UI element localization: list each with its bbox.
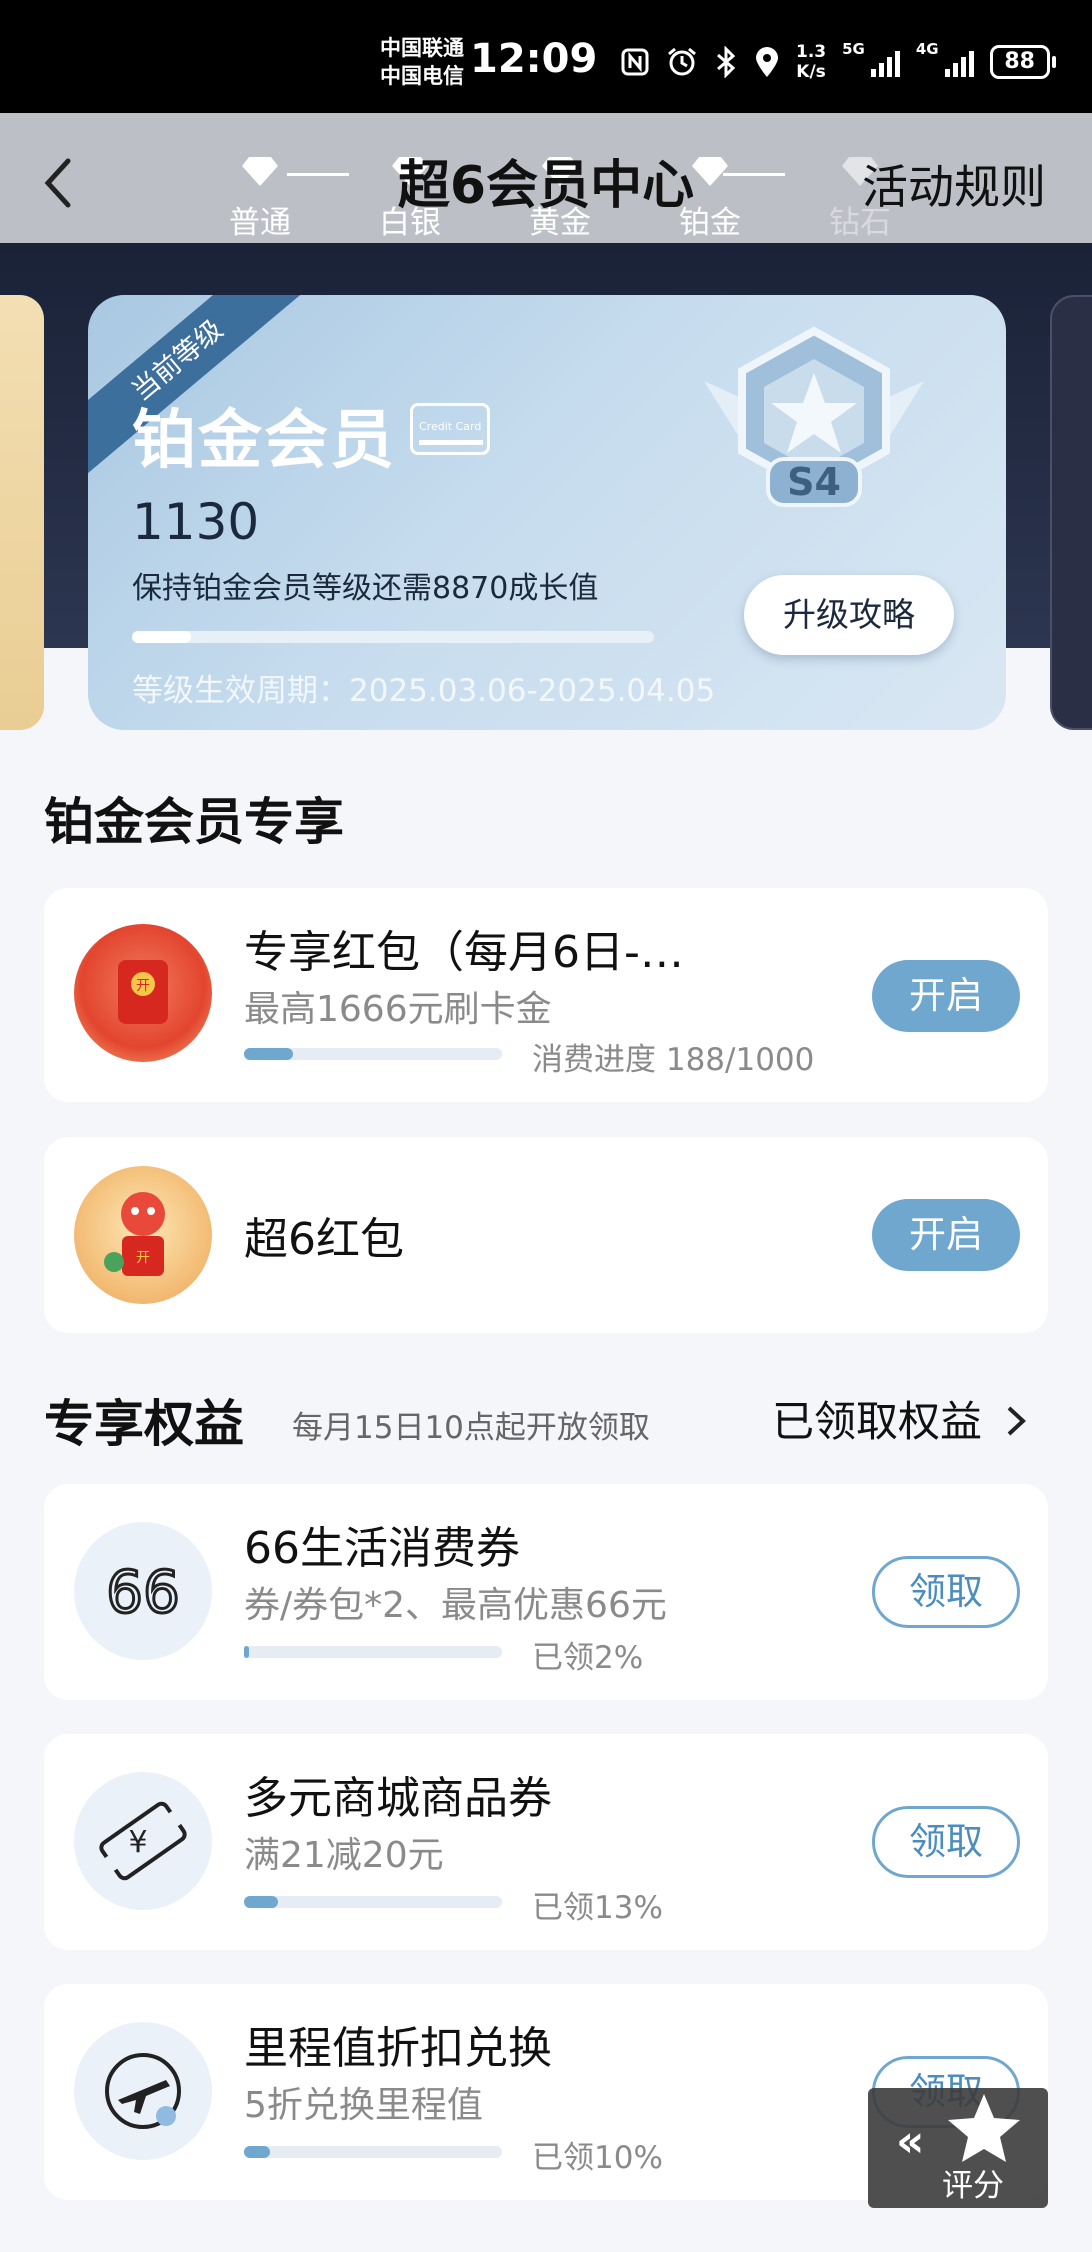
- airplane-icon: [74, 2022, 212, 2160]
- prev-level-card[interactable]: [0, 295, 44, 730]
- consumption-progress-bar: [244, 1048, 502, 1060]
- item-title: 66生活消费券: [244, 1523, 520, 1574]
- bluetooth-icon: [717, 46, 736, 78]
- claim-button[interactable]: 领取: [872, 1806, 1020, 1878]
- growth-progress-fill: [132, 631, 191, 643]
- super6-red-packet-item: 开 超6红包 开启: [44, 1137, 1048, 1333]
- net-type-5g: 5G: [842, 40, 865, 58]
- upgrade-guide-button[interactable]: 升级攻略: [744, 575, 954, 655]
- claim-button[interactable]: 领取: [872, 1556, 1020, 1628]
- star-icon: [948, 2094, 1020, 2162]
- tier-name: 铂金会员: [132, 404, 396, 478]
- next-level-card[interactable]: [1050, 295, 1092, 730]
- level-period: 等级生效周期：2025.03.06-2025.04.05: [132, 673, 716, 709]
- item-subtitle: 券/券包*2、最高优惠66元: [244, 1585, 667, 1626]
- claim-progress-label: 已领2%: [532, 1640, 644, 1676]
- claim-progress-label: 已领13%: [532, 1890, 663, 1926]
- net-speed-value: 1.3: [796, 42, 827, 62]
- activity-rules-link[interactable]: 活动规则: [862, 151, 1046, 217]
- signal-icon: [870, 47, 900, 77]
- benefits-note: 每月15日10点起开放领取: [292, 1410, 650, 1446]
- carrier-labels: 中国联通 中国电信: [380, 34, 464, 90]
- platinum-badge-icon: S4: [704, 326, 924, 507]
- dragon-red-packet-icon-text: 开: [136, 1250, 150, 1266]
- benefits-section-title: 专享权益: [44, 1395, 244, 1453]
- life-coupon-66-icon: 66: [74, 1522, 212, 1660]
- exclusive-section-title: 铂金会员专享: [44, 793, 344, 851]
- carrier-2: 中国电信: [380, 64, 464, 88]
- claim-progress-bar: [244, 1646, 502, 1658]
- claim-progress-fill: [244, 1896, 278, 1908]
- status-bar: 中国联通 中国电信 12:09 1.3 K/s 5G 4G 88: [0, 0, 1092, 113]
- net-type-4g: 4G: [915, 40, 939, 58]
- chevron-right-icon: [1008, 1406, 1027, 1436]
- claim-progress-bar: [244, 1896, 502, 1908]
- net-speed-unit: K/s: [796, 62, 826, 82]
- nfc-icon: [621, 48, 649, 76]
- credit-card-icon: Credit Card: [410, 403, 490, 455]
- item-title: 专享红包（每月6日-次月5...: [244, 927, 684, 978]
- consumption-progress-fill: [244, 1048, 293, 1060]
- status-icons: 1.3 K/s 5G 4G 88: [620, 40, 1056, 82]
- credit-card-icon-label: Credit Card: [419, 420, 482, 433]
- carrier-1: 中国联通: [380, 36, 464, 60]
- red-packet-item: 开 专享红包（每月6日-次月5... 最高1666元刷卡金 消费进度 188/1…: [44, 888, 1048, 1102]
- item-subtitle: 5折兑换里程值: [244, 2085, 483, 2126]
- item-title: 多元商城商品券: [244, 1773, 552, 1824]
- open-button[interactable]: 开启: [872, 1199, 1020, 1271]
- item-title: 超6红包: [244, 1214, 404, 1265]
- rate-floating-button[interactable]: « 评分: [868, 2088, 1048, 2208]
- dragon-red-packet-icon: 开: [74, 1166, 212, 1304]
- benefit-item: 66 66生活消费券 券/券包*2、最高优惠66元 已领2% 领取: [44, 1484, 1048, 1700]
- collapse-chevron-icon: «: [896, 2116, 925, 2167]
- growth-progress-bar: [132, 631, 654, 643]
- badge-level-text: S4: [787, 460, 841, 504]
- alarm-icon: [668, 47, 696, 76]
- item-subtitle: 最高1666元刷卡金: [244, 989, 552, 1030]
- rate-label: 评分: [942, 2168, 1004, 2204]
- yuan-ticket-icon-text: ¥: [128, 1825, 147, 1860]
- item-subtitle: 满21减20元: [244, 1835, 444, 1876]
- item-title: 里程值折扣兑换: [244, 2023, 552, 2074]
- growth-value: 1130: [132, 493, 260, 551]
- consumption-progress-label: 消费进度 188/1000: [532, 1042, 815, 1078]
- claimed-benefits-label: 已领取权益: [772, 1397, 983, 1446]
- clock: 12:09: [470, 36, 598, 82]
- net-speed: 1.3 K/s: [796, 42, 826, 82]
- claim-progress-label: 已领10%: [532, 2140, 663, 2176]
- header: 普通 白银 黄金 铂金 钻石 超6会员中心 活动规则: [0, 113, 1092, 243]
- claimed-benefits-link[interactable]: 已领取权益: [772, 1388, 1027, 1449]
- member-card: 当前等级 铂金会员 Credit Card 1130 保持铂金会员等级还需887…: [88, 295, 1006, 730]
- life-coupon-66-icon-text: 66: [106, 1558, 180, 1626]
- open-button[interactable]: 开启: [872, 960, 1020, 1032]
- claim-progress-fill: [244, 1646, 250, 1658]
- red-packet-icon: 开: [74, 924, 212, 1062]
- growth-hint: 保持铂金会员等级还需8870成长值: [132, 571, 599, 606]
- benefit-item: ¥ 多元商城商品券 满21减20元 已领13% 领取: [44, 1734, 1048, 1950]
- yuan-ticket-icon: ¥: [74, 1772, 212, 1910]
- red-packet-icon-text: 开: [136, 978, 150, 994]
- location-icon: [756, 47, 778, 77]
- battery-icon: 88: [989, 45, 1056, 79]
- claim-progress-fill: [244, 2146, 270, 2158]
- claim-progress-bar: [244, 2146, 502, 2158]
- signal-icon: [944, 47, 974, 77]
